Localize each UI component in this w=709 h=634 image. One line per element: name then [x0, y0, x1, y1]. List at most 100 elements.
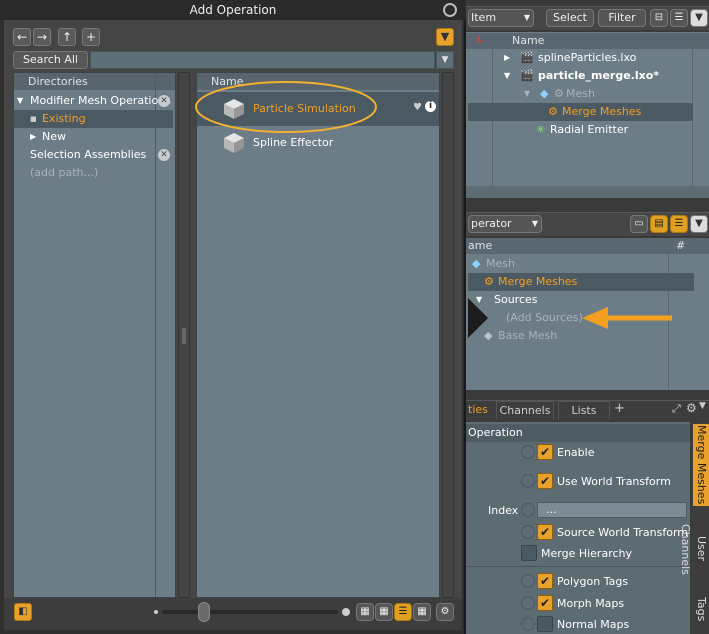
operation-label: Spline Effector — [253, 136, 334, 149]
funnel-icon[interactable]: ▼ — [436, 28, 454, 46]
forward-arrow-icon[interactable]: → — [33, 28, 51, 46]
funnel-icon[interactable]: ▼ — [690, 215, 708, 233]
collapse-icon[interactable]: ⊟ — [650, 9, 668, 27]
gear-icon[interactable]: ⚙ — [686, 401, 697, 415]
operator-row-merge-meshes[interactable]: ⚙ Merge Meshes — [468, 273, 694, 291]
gear-icon: ⚙ — [554, 87, 564, 100]
item-label: particle_merge.lxo* — [538, 69, 660, 82]
small-grid-icon[interactable]: ▦ — [356, 603, 374, 621]
item-type-dropdown[interactable]: Item ▼ — [468, 9, 534, 27]
channel-dot[interactable] — [521, 503, 535, 517]
item-row-mesh[interactable]: ▼ ◆ ⚙ Mesh — [468, 85, 709, 103]
tab-lists[interactable]: Lists — [558, 401, 610, 419]
merge-hierarchy-checkbox[interactable] — [521, 545, 537, 561]
channel-dot[interactable] — [521, 596, 535, 610]
add-icon[interactable]: + — [82, 28, 100, 46]
item-row-particle-merge[interactable]: ▼ 🎬 particle_merge.lxo* — [468, 67, 709, 85]
list-view-icon[interactable]: ☰ — [394, 603, 412, 621]
item-row-radial-emitter[interactable]: ✳ Radial Emitter — [468, 121, 709, 139]
funnel-icon[interactable]: ▼ — [690, 9, 708, 27]
tab-channels[interactable]: Channels — [496, 401, 554, 419]
list-view-icon[interactable]: ☰ — [670, 215, 688, 233]
grid-icon[interactable]: ▦ — [375, 603, 393, 621]
dialog-title: Add Operation — [0, 0, 466, 20]
add-path-row[interactable]: (add path...) — [14, 164, 175, 182]
index-label: Index — [488, 504, 519, 517]
source-world-transform-checkbox[interactable]: ✔ — [537, 524, 553, 540]
directory-existing[interactable]: ■ Existing — [14, 110, 173, 128]
operator-row-mesh[interactable]: ◆ Mesh — [468, 255, 668, 273]
scrollbar[interactable] — [442, 72, 454, 598]
gear-icon[interactable]: ⚙ — [436, 603, 454, 621]
directory-selection-assemblies[interactable]: Selection Assemblies ✕ — [14, 146, 175, 164]
directory-label: Modifier Mesh Operations — [30, 94, 171, 107]
gear-icon: ⚙ — [548, 105, 558, 118]
directory-label: Existing — [42, 112, 86, 125]
add-tab-button[interactable]: + — [614, 401, 625, 416]
annotation-arrow-icon — [582, 307, 672, 329]
tab-properties[interactable]: ties — [468, 403, 488, 416]
expand-icon[interactable]: ⤢ — [672, 402, 681, 416]
filter-button[interactable]: Filter — [598, 9, 646, 27]
chevron-down-icon: ▼ — [523, 13, 530, 22]
splitter-handle[interactable] — [178, 72, 190, 598]
directory-modifier-mesh-operations[interactable]: ▼ Modifier Mesh Operations ✕ — [14, 92, 175, 110]
enable-checkbox[interactable]: ✔ — [537, 444, 553, 460]
side-tab-user-channels[interactable]: User Channels — [679, 510, 709, 588]
morph-maps-checkbox[interactable]: ✔ — [537, 595, 553, 611]
view-icon[interactable]: ▤ — [650, 215, 668, 233]
zoom-slider-track[interactable] — [162, 610, 338, 614]
channel-dot[interactable] — [521, 445, 535, 459]
operator-type-dropdown[interactable]: perator ▼ — [468, 215, 542, 233]
collapse-arrow-icon: ▼ — [524, 89, 531, 98]
item-list-footer — [466, 186, 709, 198]
back-arrow-icon[interactable]: ← — [13, 28, 31, 46]
view-icon[interactable]: ▭ — [630, 215, 648, 233]
zoom-slider-handle[interactable] — [198, 602, 210, 622]
cube-icon — [224, 133, 244, 153]
select-button[interactable]: Select — [546, 9, 594, 27]
channel-dot[interactable] — [521, 574, 535, 588]
item-label: Mesh — [566, 87, 595, 100]
remove-icon[interactable]: ✕ — [158, 149, 170, 161]
close-icon[interactable] — [443, 3, 457, 17]
chevron-down-icon[interactable]: ▼ — [699, 401, 706, 411]
use-world-transform-label: Use World Transform — [557, 475, 671, 488]
remove-icon[interactable]: ✕ — [158, 95, 170, 107]
panel-toggle-icon[interactable]: ◧ — [14, 603, 32, 621]
search-all-button[interactable]: Search All — [13, 51, 88, 69]
item-label: splineParticles.lxo — [538, 51, 637, 64]
operator-label: Merge Meshes — [498, 275, 578, 288]
side-tab-tags[interactable]: Tags — [693, 594, 709, 624]
item-row-splineparticles[interactable]: ▶ 🎬 splineParticles.lxo — [468, 49, 709, 67]
source-world-transform-label: Source World Transform — [557, 526, 689, 539]
info-icon[interactable]: i — [425, 101, 436, 112]
list-menu-icon[interactable]: ☰ — [670, 9, 688, 27]
index-field[interactable]: ... — [537, 502, 687, 518]
normal-maps-checkbox[interactable] — [537, 616, 553, 632]
polygon-tags-checkbox[interactable]: ✔ — [537, 573, 553, 589]
channel-dot[interactable] — [521, 525, 535, 539]
channel-dot[interactable] — [521, 617, 535, 631]
heart-icon[interactable]: ♥ — [413, 102, 422, 113]
up-folder-icon[interactable]: ↑ — [58, 28, 76, 46]
merge-hierarchy-label: Merge Hierarchy — [541, 547, 633, 560]
operator-type-value: perator — [471, 217, 512, 230]
section-header: Operation — [466, 424, 690, 442]
operations-panel: Name Particle Simulation ♥ i Spline Effe… — [195, 72, 440, 598]
large-grid-icon[interactable]: ▦ — [413, 603, 431, 621]
slider-max-dot — [342, 608, 350, 616]
mesh-cube-icon: ◆ — [472, 257, 481, 270]
directory-new[interactable]: ▶ New — [14, 128, 175, 146]
use-world-transform-checkbox[interactable]: ✔ — [537, 473, 553, 489]
emitter-icon: ✳ — [536, 123, 546, 136]
collapse-arrow-icon: ▼ — [17, 96, 24, 105]
chevron-down-icon[interactable]: ▼ — [436, 51, 454, 69]
search-input[interactable] — [90, 51, 435, 69]
directory-label: Selection Assemblies — [30, 148, 147, 161]
channel-dot[interactable] — [521, 474, 535, 488]
side-tab-merge-meshes[interactable]: Merge Meshes — [693, 424, 709, 506]
clapper-icon: 🎬 — [520, 51, 534, 64]
item-row-merge-meshes[interactable]: ⚙ Merge Meshes — [468, 103, 693, 121]
item-label: Merge Meshes — [562, 105, 642, 118]
